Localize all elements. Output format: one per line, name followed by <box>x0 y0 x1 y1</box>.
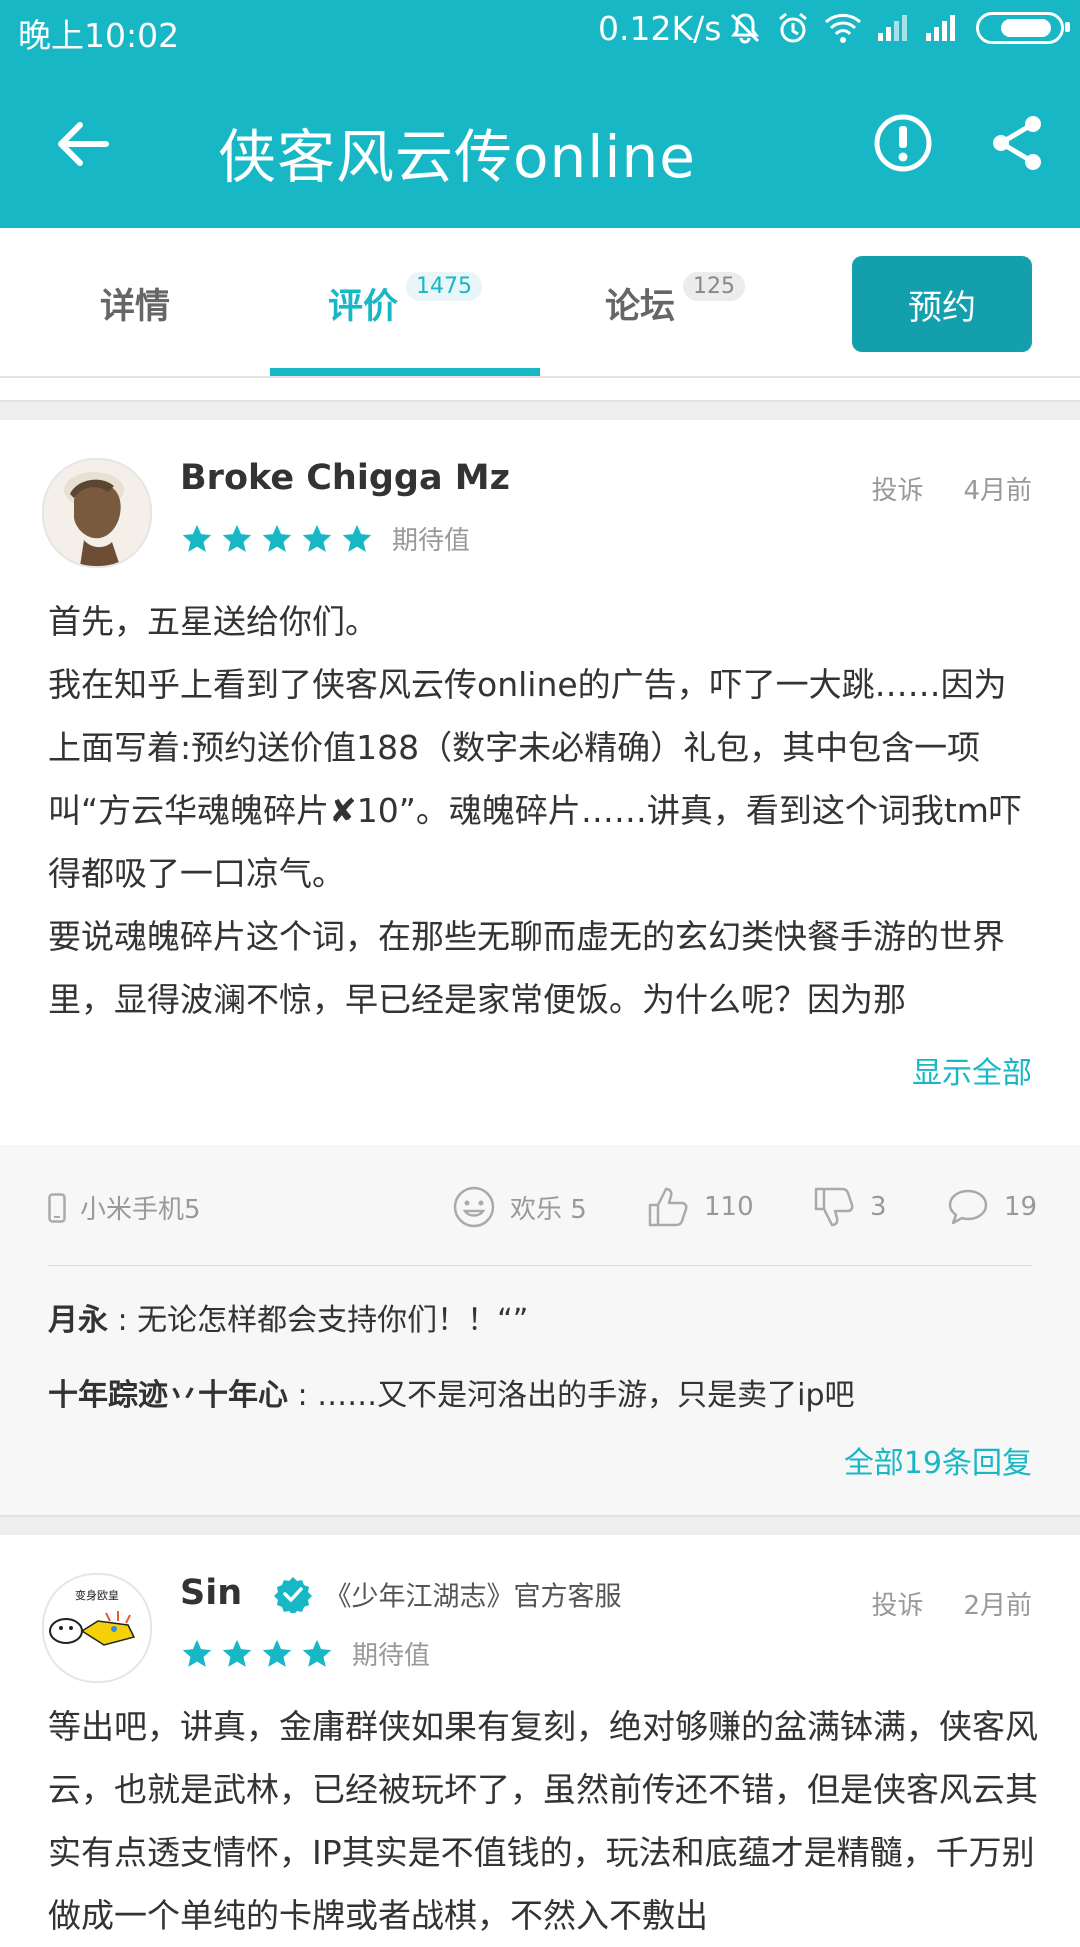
user-portrait-image <box>44 460 150 566</box>
review-time: 2月前 <box>963 1591 1032 1621</box>
star-icon <box>222 524 252 552</box>
star-icon <box>182 1639 212 1667</box>
review-card: Broke Chigga Mz 期待值 投诉 4月前 首先，五星送给你们。 我在知… <box>0 420 1080 1517</box>
rating-label: 期待值 <box>392 526 471 556</box>
share-icon[interactable] <box>986 112 1048 174</box>
section-divider <box>0 1515 1080 1535</box>
tab-details[interactable]: 详情 <box>100 278 170 329</box>
review-username[interactable]: Sin <box>180 1573 242 1613</box>
mood-text: 欢乐 5 <box>510 1194 587 1225</box>
active-tab-indicator <box>270 368 540 376</box>
back-arrow-icon[interactable] <box>52 114 112 174</box>
star-icon <box>302 524 332 552</box>
signal-icon <box>926 15 955 41</box>
reply-text: : ……又不是河洛出的手游，只是卖了ip吧 <box>288 1378 855 1413</box>
signal-icon <box>878 15 907 41</box>
avatar[interactable]: 变身欧皇 <box>42 1573 152 1683</box>
section-divider <box>0 400 1080 420</box>
review-paragraph: 等出吧，讲真，金庸群侠如果有复刻，绝对够赚的盆满钵满，侠客风云，也就是武林，已经… <box>48 1707 1038 1935</box>
review-meta: 投诉 2月前 <box>831 1585 1032 1622</box>
wifi-icon <box>824 13 862 43</box>
reply-author[interactable]: 十年踪迹丷十年心 <box>48 1378 288 1413</box>
comment-bubble-icon <box>948 1189 988 1225</box>
reply-item[interactable]: 月永 : 无论怎样都会支持你们！！“” <box>48 1295 528 1339</box>
reply-item[interactable]: 十年踪迹丷十年心 : ……又不是河洛出的手游，只是卖了ip吧 <box>48 1370 855 1414</box>
star-icon <box>302 1639 332 1667</box>
alarm-icon <box>779 12 807 43</box>
page-title: 侠客风云传online <box>218 123 696 191</box>
star-icon <box>222 1639 252 1667</box>
star-icon <box>262 1639 292 1667</box>
star-rating: 期待值 <box>180 1635 430 1672</box>
avatar[interactable] <box>42 458 152 568</box>
alert-icon[interactable] <box>872 112 934 174</box>
tab-count-badge: 1475 <box>406 272 483 301</box>
star-rating: 期待值 <box>180 520 470 557</box>
all-replies-link[interactable]: 全部19条回复 <box>844 1438 1032 1482</box>
tab-label: 详情 <box>100 287 171 327</box>
show-all-link[interactable]: 显示全部 <box>912 1048 1032 1092</box>
thumbs-down-icon <box>814 1187 854 1227</box>
reply-text: : 无论怎样都会支持你们！！“” <box>108 1303 529 1338</box>
review-username[interactable]: Broke Chigga Mz <box>180 458 510 498</box>
star-icon <box>182 524 212 552</box>
report-link[interactable]: 投诉 <box>871 1591 923 1621</box>
status-icons <box>728 11 1070 45</box>
battery-icon <box>976 12 1070 44</box>
tab-reviews[interactable]: 评价1475 <box>328 272 483 329</box>
reserve-button[interactable]: 预约 <box>852 256 1032 352</box>
mute-bell-icon <box>730 13 760 44</box>
review-footer: 小米手机5 欢乐 5 110 3 19 月永 : 无论怎样都会支持你们！！“” <box>0 1145 1080 1517</box>
like-count: 110 <box>704 1192 754 1222</box>
official-badge-label: 《少年江湖志》官方客服 <box>324 1581 622 1613</box>
tab-label: 评价 <box>328 287 399 327</box>
device-info: 小米手机5 <box>48 1189 201 1226</box>
smile-face-icon <box>453 1186 495 1228</box>
tab-forum[interactable]: 论坛125 <box>605 272 746 329</box>
network-speed: 0.12K/s <box>598 9 722 48</box>
status-time: 晚上10:02 <box>18 16 180 55</box>
tab-bar: 详情 评价1475 论坛125 预约 <box>0 230 1080 378</box>
report-link[interactable]: 投诉 <box>871 476 923 506</box>
like-stat[interactable]: 110 <box>646 1185 754 1229</box>
comment-count: 19 <box>1004 1192 1038 1222</box>
tab-count-badge: 125 <box>683 272 746 301</box>
review-card: 变身欧皇 Sin 《少年江湖志》官方客服 期待值 投诉 2月前 等出吧，讲真，金庸… <box>0 1535 1080 1935</box>
verified-badge-icon <box>274 1577 313 1613</box>
comment-stat[interactable]: 19 <box>946 1185 1037 1229</box>
review-username-row: Sin 《少年江湖志》官方客服 <box>180 1573 622 1614</box>
review-time: 4月前 <box>963 476 1032 506</box>
status-bar: 晚上10:02 0.12K/s <box>0 0 1080 62</box>
app-toolbar: 侠客风云传online <box>0 62 1080 228</box>
divider <box>48 1265 1032 1266</box>
device-name: 小米手机5 <box>80 1195 201 1225</box>
review-paragraph: 要说魂魄碎片这个词，在那些无聊而虚无的玄幻类快餐手游的世界里，显得波澜不惊，早已… <box>48 917 1005 1019</box>
rating-label: 期待值 <box>352 1641 431 1671</box>
star-icon <box>342 524 372 552</box>
mood-stat[interactable]: 欢乐 5 <box>452 1185 587 1229</box>
avatar-text: 变身欧皇 <box>75 1588 119 1602</box>
review-paragraph: 我在知乎上看到了侠客风云传online的广告，吓了一大跳……因为上面写着:预约送… <box>48 665 1022 893</box>
review-stats: 小米手机5 欢乐 5 110 3 19 <box>0 1185 1080 1235</box>
star-icon <box>262 524 292 552</box>
review-body: 等出吧，讲真，金庸群侠如果有复刻，绝对够赚的盆满钵满，侠客风云，也就是武林，已经… <box>48 1695 1038 1947</box>
review-paragraph: 首先，五星送给你们。 <box>48 602 378 641</box>
user-avatar-image: 变身欧皇 <box>44 1575 150 1681</box>
review-body: 首先，五星送给你们。 我在知乎上看到了侠客风云传online的广告，吓了一大跳…… <box>48 590 1038 1031</box>
review-meta: 投诉 4月前 <box>831 470 1032 507</box>
dislike-stat[interactable]: 3 <box>812 1185 887 1229</box>
thumbs-up-icon <box>648 1187 688 1227</box>
reply-author[interactable]: 月永 <box>48 1303 108 1338</box>
phone-icon <box>48 1192 66 1223</box>
dislike-count: 3 <box>870 1192 887 1222</box>
tab-label: 论坛 <box>605 287 676 327</box>
